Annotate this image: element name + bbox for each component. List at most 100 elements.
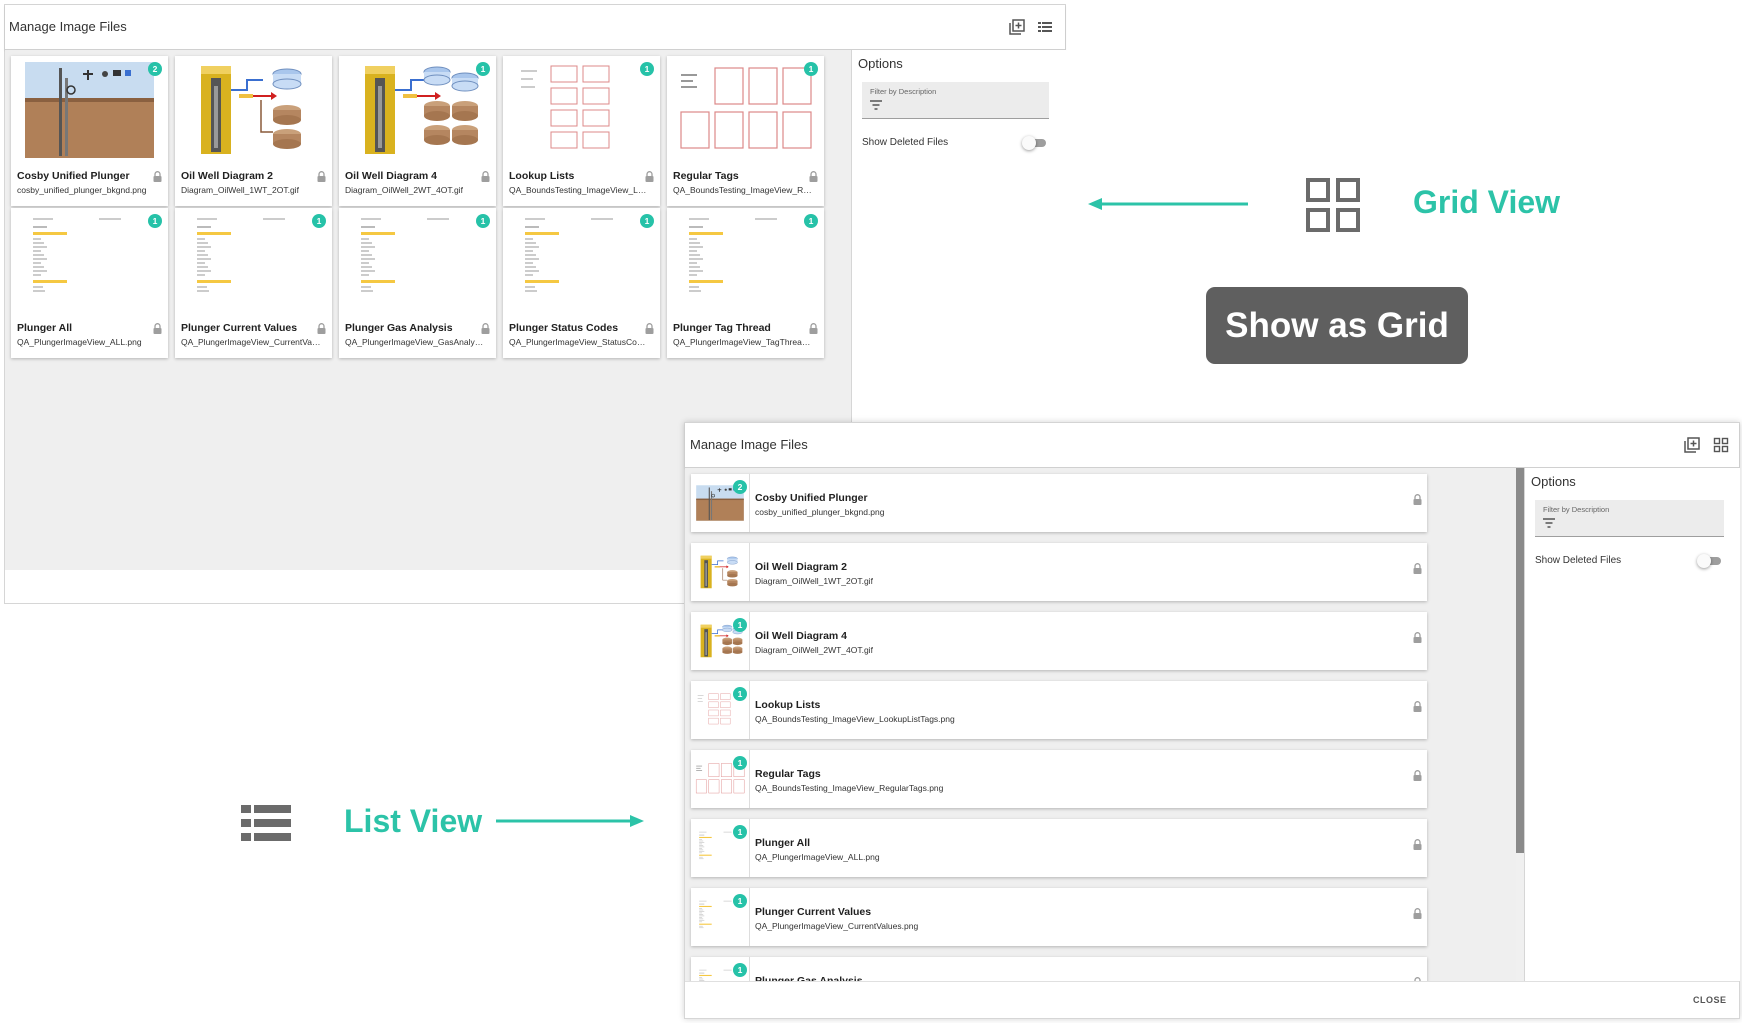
image-title: Plunger Gas Analysis	[345, 322, 453, 334]
list-scrollbar[interactable]	[1516, 468, 1524, 981]
filter-label: Filter by Description	[1543, 505, 1610, 514]
close-button[interactable]: CLOSE	[1693, 995, 1727, 1005]
lock-icon[interactable]	[153, 169, 162, 182]
image-card[interactable]: 1 Lookup Lists QA_BoundsTesting_ImageView_…	[503, 56, 660, 206]
image-filename: QA_PlungerImageView_ALL.png	[755, 852, 880, 862]
image-thumbnail	[667, 56, 824, 164]
image-thumbnail	[339, 56, 496, 164]
image-list-row[interactable]: 1 Plunger Gas Analysis	[691, 957, 1427, 981]
image-title: Lookup Lists	[509, 170, 575, 182]
image-card[interactable]: 1 Plunger Current Values QA_PlungerImageVi…	[175, 208, 332, 358]
panel-title: Manage Image Files	[690, 437, 808, 452]
lock-icon[interactable]	[1413, 768, 1422, 781]
usage-count-badge: 1	[640, 214, 654, 228]
show-deleted-files-toggle[interactable]	[1022, 136, 1046, 150]
show-deleted-files-label: Show Deleted Files	[862, 137, 949, 148]
footer-divider	[685, 981, 1739, 982]
scrollbar-thumb[interactable]	[1516, 468, 1524, 853]
grid-panel-header: Manage Image Files	[5, 5, 1065, 50]
filter-by-description-field[interactable]: Filter by Description	[1535, 500, 1724, 537]
image-list-row[interactable]: 2 Cosby Unified Plunger cosby_unified_plun…	[691, 474, 1427, 532]
usage-count-badge: 1	[733, 618, 747, 632]
usage-count-badge: 1	[640, 62, 654, 76]
usage-count-badge: 1	[476, 214, 490, 228]
image-list-row[interactable]: 1 Lookup Lists QA_BoundsTesting_ImageView_…	[691, 681, 1427, 739]
image-thumbnail	[503, 56, 660, 164]
usage-count-badge: 1	[733, 756, 747, 770]
lock-icon[interactable]	[1413, 561, 1422, 574]
image-title: Plunger Status Codes	[509, 322, 619, 334]
image-filename: QA_PlungerImageView_ALL.png	[17, 337, 142, 347]
image-filename: QA_BoundsTesting_ImageView_RegularTags.p…	[755, 783, 944, 793]
usage-count-badge: 1	[476, 62, 490, 76]
lock-icon[interactable]	[317, 321, 326, 334]
grid-view-icon[interactable]	[1713, 437, 1729, 453]
lock-icon[interactable]	[1413, 492, 1422, 505]
image-card[interactable]: 1 Plunger Status Codes QA_PlungerImageView…	[503, 208, 660, 358]
image-list-row[interactable]: Oil Well Diagram 2 Diagram_OilWell_1WT_2O…	[691, 543, 1427, 601]
lock-icon[interactable]	[809, 321, 818, 334]
image-list-row[interactable]: 1 Regular Tags QA_BoundsTesting_ImageView_…	[691, 750, 1427, 808]
image-thumbnail	[175, 208, 332, 316]
image-card[interactable]: 1 Regular Tags QA_BoundsTesting_ImageView_…	[667, 56, 824, 206]
filter-by-description-field[interactable]: Filter by Description	[862, 82, 1049, 119]
list-view-icon[interactable]	[1037, 19, 1053, 35]
image-thumbnail	[11, 56, 168, 164]
image-filename: QA_PlungerImageView_TagThread.png	[673, 337, 813, 347]
image-filename: Diagram_OilWell_2WT_4OT.gif	[755, 645, 873, 655]
image-thumbnail	[175, 56, 332, 164]
image-thumbnail	[691, 543, 750, 601]
image-card[interactable]: 2 Cosby Unified Plunger cosby_unified_plun…	[11, 56, 168, 206]
lock-icon[interactable]	[1413, 837, 1422, 850]
show-deleted-files-label: Show Deleted Files	[1535, 555, 1622, 566]
filter-icon	[1543, 518, 1555, 528]
lock-icon[interactable]	[1413, 699, 1422, 712]
image-filename: QA_BoundsTesting_ImageView_LookupListTag…	[755, 714, 955, 724]
image-list: 2 Cosby Unified Plunger cosby_unified_plun…	[685, 468, 1516, 981]
image-filename: QA_PlungerImageView_StatusCodes.png	[509, 337, 649, 347]
image-title: Oil Well Diagram 2	[181, 170, 274, 182]
usage-count-badge: 1	[312, 214, 326, 228]
lock-icon[interactable]	[317, 169, 326, 182]
lock-icon[interactable]	[153, 321, 162, 334]
show-deleted-files-toggle[interactable]	[1697, 554, 1721, 568]
image-title: Regular Tags	[673, 170, 739, 182]
arrow-to-list-icon	[496, 815, 644, 827]
list-panel-header: Manage Image Files	[685, 423, 1739, 468]
image-list-row[interactable]: 1 Plunger Current Values QA_PlungerImageVi…	[691, 888, 1427, 946]
image-filename: QA_PlungerImageView_CurrentValues.png	[181, 337, 321, 347]
tooltip-text: Show as Grid	[1225, 306, 1449, 345]
options-panel: Options Filter by Description Show Delet…	[1524, 468, 1740, 981]
lock-icon[interactable]	[809, 169, 818, 182]
image-filename: QA_BoundsTesting_ImageView_RegularTags.p…	[673, 185, 813, 195]
lock-icon[interactable]	[481, 321, 490, 334]
image-card[interactable]: 1 Plunger All QA_PlungerImageView_ALL.png	[11, 208, 168, 358]
lock-icon[interactable]	[1413, 906, 1422, 919]
image-title: Plunger Tag Thread	[673, 322, 771, 334]
image-card[interactable]: Oil Well Diagram 2 Diagram_OilWell_1WT_2O…	[175, 56, 332, 206]
lock-icon[interactable]	[1413, 630, 1422, 643]
image-title: Oil Well Diagram 4	[345, 170, 438, 182]
filter-label: Filter by Description	[870, 87, 937, 96]
lock-icon[interactable]	[645, 169, 654, 182]
usage-count-badge: 1	[148, 214, 162, 228]
lock-icon[interactable]	[645, 321, 654, 334]
image-list-row[interactable]: 1 Oil Well Diagram 4 Diagram_OilWell_2WT_4…	[691, 612, 1427, 670]
add-image-icon[interactable]	[1009, 19, 1025, 35]
usage-count-badge: 1	[733, 825, 747, 839]
image-card[interactable]: 1 Plunger Gas Analysis QA_PlungerImageView…	[339, 208, 496, 358]
show-as-grid-tooltip: Show as Grid	[1206, 287, 1468, 364]
add-image-icon[interactable]	[1684, 437, 1700, 453]
image-filename: cosby_unified_plunger_bkgnd.png	[755, 507, 885, 517]
list-view-panel: Manage Image Files 2 Cosby Unified Plunge…	[684, 422, 1740, 1019]
arrow-to-grid-icon	[1088, 198, 1248, 210]
image-title: Oil Well Diagram 2	[755, 561, 848, 573]
image-filename: Diagram_OilWell_1WT_2OT.gif	[755, 576, 873, 586]
image-card[interactable]: 1 Oil Well Diagram 4 Diagram_OilWell_2WT_4…	[339, 56, 496, 206]
lock-icon[interactable]	[481, 169, 490, 182]
image-thumbnail	[11, 208, 168, 316]
image-list-row[interactable]: 1 Plunger All QA_PlungerImageView_ALL.png	[691, 819, 1427, 877]
options-panel: Options Filter by Description Show Delet…	[851, 50, 1066, 425]
usage-count-badge: 1	[804, 62, 818, 76]
image-card[interactable]: 1 Plunger Tag Thread QA_PlungerImageView_T…	[667, 208, 824, 358]
